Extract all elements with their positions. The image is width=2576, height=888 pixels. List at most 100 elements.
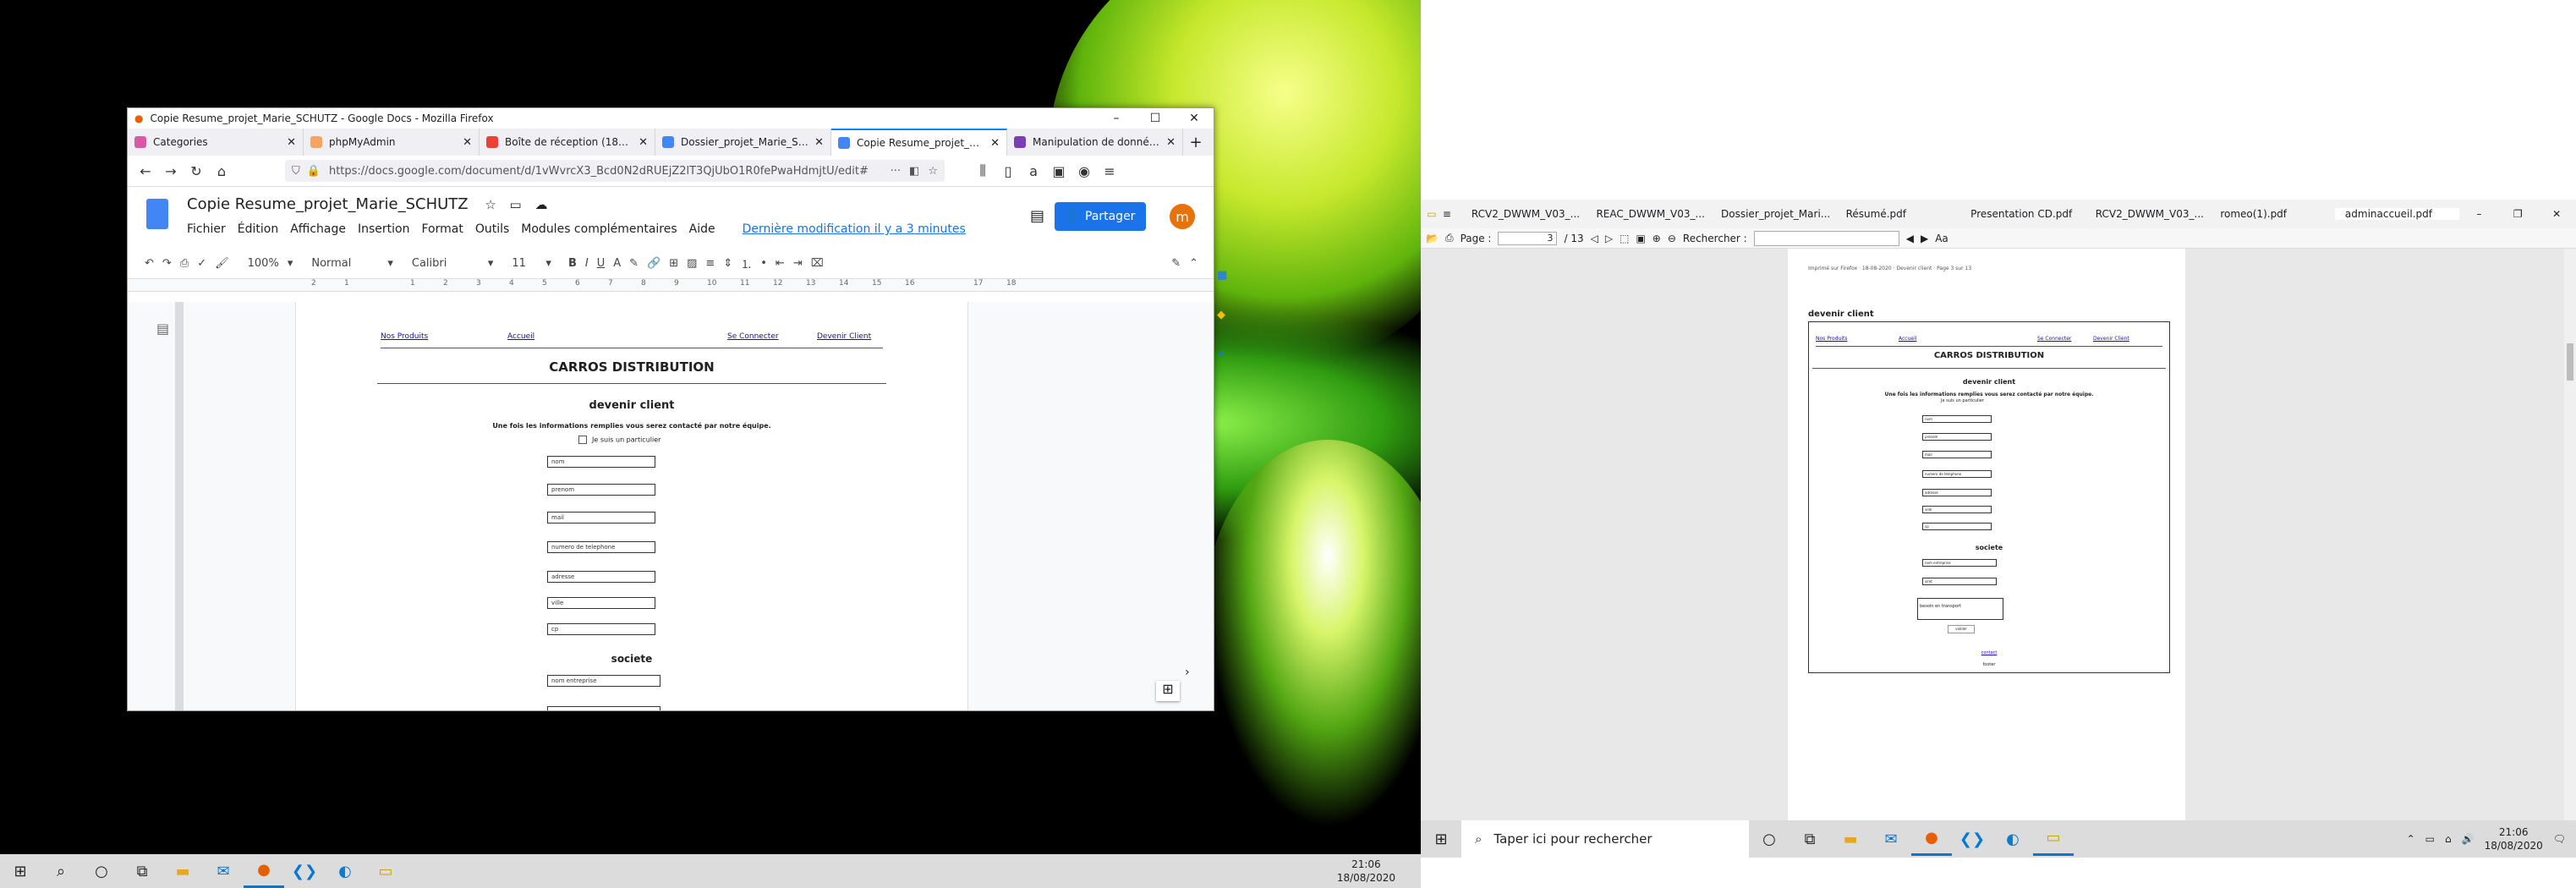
field-ville[interactable]: ville: [547, 597, 655, 609]
zoom-select[interactable]: 100%: [248, 257, 279, 270]
firefox-taskbar-icon[interactable]: ●: [244, 854, 284, 888]
edge-icon[interactable]: ◐: [1992, 822, 2033, 856]
home-icon[interactable]: ⌂: [209, 163, 234, 179]
pdf-reader-icon[interactable]: ▭: [365, 854, 406, 888]
menu-affichage[interactable]: Affichage: [290, 222, 346, 236]
close-button[interactable]: ✕: [1175, 112, 1214, 125]
field-telephone[interactable]: numero de telephone: [547, 541, 655, 553]
minimize-button[interactable]: –: [1097, 112, 1136, 125]
search-icon[interactable]: ⌕: [41, 854, 81, 888]
frame-nav-link[interactable]: Accueil: [1899, 336, 1916, 342]
pdf-tab[interactable]: RCV2_DWWM_V03_...: [1461, 208, 1587, 220]
menu-outils[interactable]: Outils: [475, 222, 509, 236]
numbered-list-icon[interactable]: ⒈: [741, 255, 752, 271]
frame-nav-link[interactable]: Se Connecter: [2037, 336, 2071, 342]
frame-nav-link[interactable]: Devenir Client: [2093, 336, 2129, 342]
clear-format-icon[interactable]: ⌧: [811, 257, 824, 270]
outline-icon[interactable]: ▤: [156, 321, 169, 337]
tab-close-icon[interactable]: ✕: [463, 136, 472, 149]
menu-aide[interactable]: Aide: [689, 222, 715, 236]
decrease-indent-icon[interactable]: ⇤: [776, 257, 785, 270]
file-explorer-icon[interactable]: ▬: [1830, 822, 1871, 856]
edge-icon[interactable]: ◐: [325, 854, 365, 888]
field-adresse[interactable]: adresse: [547, 571, 655, 583]
pdf-tab[interactable]: REAC_DWWM_V03_...: [1586, 208, 1711, 220]
library-icon[interactable]: ⫼: [970, 162, 995, 179]
document-canvas[interactable]: ▤ Nos Produits Accueil Se Connecter Deve…: [128, 302, 1214, 710]
outline-scrollbar[interactable]: [175, 302, 184, 710]
browser-tab[interactable]: Manipulation de données av ✕: [1007, 129, 1183, 156]
print-icon[interactable]: ⎙: [180, 257, 189, 270]
keep-icon[interactable]: ◆: [1217, 309, 1239, 321]
docs-logo-icon[interactable]: [146, 199, 168, 229]
browser-tab[interactable]: phpMyAdmin ✕: [304, 129, 480, 156]
extension-icon[interactable]: ▣: [1046, 163, 1072, 179]
minimize-button[interactable]: –: [2459, 208, 2498, 220]
clock-left[interactable]: 21:06 18/08/2020: [1337, 858, 1421, 885]
menu-icon[interactable]: ≡: [1443, 208, 1461, 220]
print-icon[interactable]: ⎙: [1445, 232, 1454, 244]
next-page-icon[interactable]: ▷: [1605, 233, 1613, 244]
forward-icon[interactable]: →: [158, 163, 184, 179]
notification-icon[interactable]: 🗨: [2553, 833, 2566, 845]
increase-indent-icon[interactable]: ⇥: [793, 257, 803, 270]
pdf-viewer[interactable]: Imprimé sur Firefox · 18-08-2020 · Deven…: [1421, 249, 2576, 820]
bold-icon[interactable]: B: [568, 257, 577, 270]
clock-right[interactable]: 21:06 18/08/2020: [2485, 825, 2543, 852]
align-icon[interactable]: ≡: [705, 257, 715, 270]
undo-icon[interactable]: ↶: [145, 257, 154, 270]
bookmark-star-icon[interactable]: ☆: [928, 165, 938, 178]
nav-link-connecter[interactable]: Se Connecter: [727, 332, 779, 341]
tab-close-icon[interactable]: ✕: [287, 136, 296, 149]
underline-icon[interactable]: U: [597, 257, 606, 270]
nav-link-accueil[interactable]: Accueil: [507, 332, 534, 341]
tab-close-icon[interactable]: ✕: [639, 136, 648, 149]
calendar-icon[interactable]: ▦: [1217, 269, 1239, 282]
menu-edition[interactable]: Édition: [238, 222, 278, 236]
field-siret[interactable]: [547, 706, 660, 710]
open-icon[interactable]: 📂: [1426, 233, 1439, 244]
last-edit-link[interactable]: Dernière modification il y a 3 minutes: [743, 222, 966, 236]
checkbox-box[interactable]: [578, 436, 587, 444]
field-prenom[interactable]: prenom: [547, 484, 655, 496]
scroll-thumb[interactable]: [2567, 343, 2573, 381]
italic-icon[interactable]: I: [585, 257, 589, 270]
pdf-scrollbar[interactable]: [2564, 249, 2576, 820]
battery-icon[interactable]: ▭: [2425, 833, 2435, 845]
pdf-reader-icon[interactable]: ▭: [2033, 822, 2074, 856]
menu-modules[interactable]: Modules complémentaires: [521, 222, 677, 236]
taskbar-search[interactable]: ⌕ Taper ici pour rechercher: [1461, 820, 1749, 858]
back-icon[interactable]: ←: [133, 163, 158, 179]
amazon-icon[interactable]: a: [1021, 163, 1046, 179]
pdf-tab[interactable]: romeo(1).pdf: [2210, 208, 2335, 220]
cortana-icon[interactable]: ○: [1749, 822, 1789, 856]
account-icon[interactable]: ◉: [1072, 163, 1097, 179]
line-spacing-icon[interactable]: ⇕: [723, 257, 732, 270]
menu-fichier[interactable]: Fichier: [187, 222, 226, 236]
fit-width-icon[interactable]: ⬚: [1620, 233, 1629, 244]
pdf-tab[interactable]: Presentation CD.pdf: [1960, 208, 2085, 220]
search-next-icon[interactable]: ▶: [1921, 233, 1928, 244]
browser-tab[interactable]: Categories ✕: [128, 129, 304, 156]
pocket-icon[interactable]: ◧: [909, 165, 919, 178]
file-explorer-icon[interactable]: ▬: [162, 854, 203, 888]
prev-page-icon[interactable]: ◁: [1591, 233, 1598, 244]
share-button[interactable]: 👤 Partager: [1055, 202, 1146, 231]
tasks-icon[interactable]: ✔: [1217, 348, 1239, 361]
link-icon[interactable]: 🔗: [647, 257, 660, 270]
font-size-select[interactable]: 11: [512, 257, 537, 270]
reload-icon[interactable]: ↻: [184, 163, 209, 179]
style-select[interactable]: Normal: [311, 257, 379, 270]
sidebar-icon[interactable]: ▯: [995, 163, 1021, 179]
ruler[interactable]: 2 1 1 2 3 4 5 6 7 8 9 10 11 12 13 14 15 …: [128, 279, 1214, 292]
windows-start-icon[interactable]: ⊞: [1421, 822, 1461, 856]
pdf-tab[interactable]: Résumé.pdf: [1836, 208, 1961, 220]
document-title[interactable]: Copie Resume_projet_Marie_SCHUTZ ☆ ▭ ☁: [187, 195, 547, 213]
expand-side-panel-icon[interactable]: ›: [1185, 666, 1190, 679]
browser-tab-active[interactable]: Copie Resume_projet_Marie ✕: [831, 129, 1007, 156]
bulleted-list-icon[interactable]: •: [760, 257, 767, 270]
url-text[interactable]: https://docs.google.com/document/d/1vWvr…: [329, 165, 891, 178]
mail-icon[interactable]: ✉: [203, 854, 244, 888]
zoom-in-icon[interactable]: ⊕: [1652, 233, 1661, 244]
tab-close-icon[interactable]: ✕: [814, 136, 824, 149]
